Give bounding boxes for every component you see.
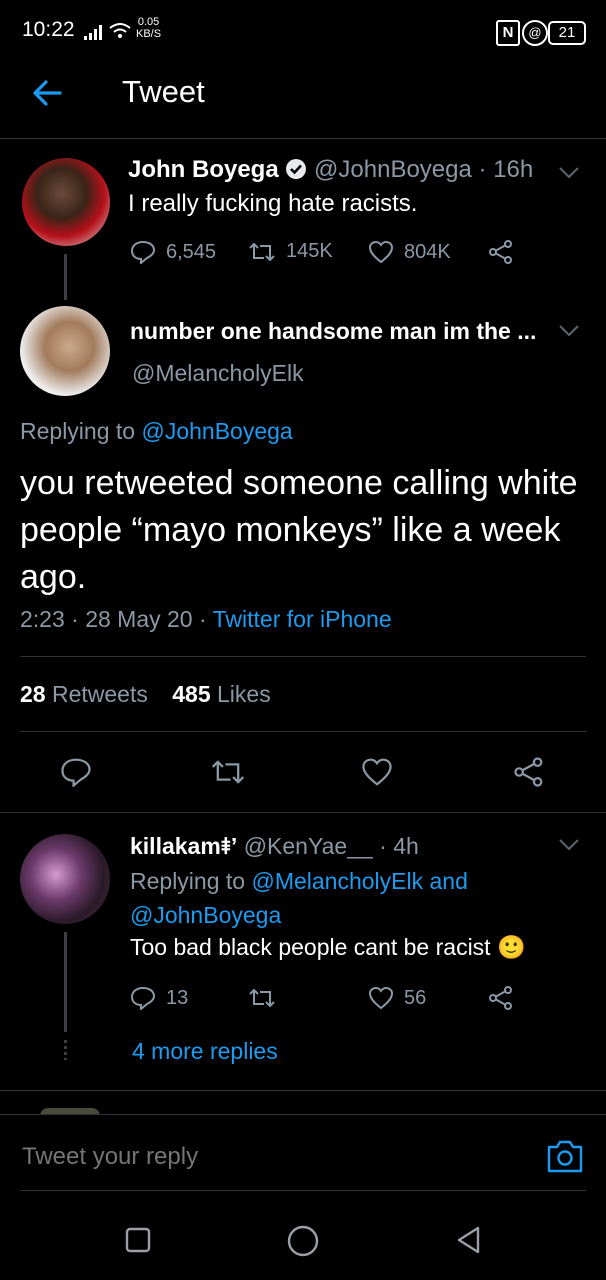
- status-time: 10:22: [22, 18, 75, 41]
- divider: [0, 1090, 606, 1091]
- reply-icon[interactable]: [60, 757, 92, 787]
- tweet-time: · 4h: [379, 833, 419, 859]
- reply-tweet-text: Too bad black people cant be racist 🙂: [130, 934, 526, 961]
- author-handle[interactable]: @JohnBoyega: [314, 156, 472, 183]
- tweet-meta: 2:23 · 28 May 20 · Twitter for iPhone: [20, 606, 392, 633]
- main-tweet-text: you retweeted someone calling white peop…: [20, 464, 578, 596]
- likes-label: Likes: [217, 681, 271, 707]
- heart-icon[interactable]: [368, 986, 394, 1010]
- share-icon[interactable]: [513, 757, 545, 787]
- more-replies-link[interactable]: 4 more replies: [132, 1038, 278, 1065]
- chevron-down-icon[interactable]: [558, 324, 580, 338]
- parent-tweet-header: John Boyega @JohnBoyega · 16h: [128, 156, 533, 184]
- lock-rotation-icon: @: [522, 20, 548, 46]
- divider: [20, 731, 586, 732]
- like-stat[interactable]: 56: [368, 986, 426, 1010]
- author-name[interactable]: killakam⯒’: [130, 833, 237, 859]
- recent-apps-icon[interactable]: [125, 1227, 151, 1253]
- heart-icon[interactable]: [361, 757, 393, 787]
- parent-tweet-text: I really fucking hate racists.: [128, 190, 418, 217]
- tweet-source[interactable]: Twitter for iPhone: [213, 606, 392, 632]
- compose-underline: [20, 1190, 586, 1191]
- battery-level: 21: [558, 24, 576, 41]
- back-nav-icon[interactable]: [454, 1225, 484, 1255]
- retweets-link[interactable]: 28 Retweets: [20, 681, 148, 707]
- reply-input[interactable]: [20, 1136, 524, 1178]
- retweet-icon[interactable]: [210, 758, 246, 786]
- back-arrow-icon[interactable]: [30, 76, 64, 110]
- thread-dots: [64, 1040, 67, 1060]
- chevron-down-icon[interactable]: [558, 166, 580, 180]
- reply-icon[interactable]: [130, 986, 156, 1010]
- compose-bar: [0, 1114, 606, 1200]
- retweet-icon[interactable]: [248, 241, 276, 263]
- engagement-counts: 28 Retweets 485 Likes: [20, 681, 271, 708]
- signal-icon: [84, 25, 102, 40]
- replying-to-link[interactable]: @JohnBoyega: [141, 418, 292, 444]
- reply-stat[interactable]: 13: [130, 986, 188, 1010]
- chevron-down-icon[interactable]: [558, 838, 580, 852]
- page-title: Tweet: [122, 74, 205, 109]
- like-stat[interactable]: 804K: [368, 240, 451, 264]
- divider: [0, 812, 606, 813]
- replying-to-line: Replying to @MelancholyElk and @JohnBoye…: [130, 864, 570, 932]
- home-icon[interactable]: [286, 1224, 320, 1258]
- like-count: 56: [404, 986, 427, 1009]
- likes-count: 485: [172, 681, 211, 707]
- network-speed: 0.05 KB/S: [136, 16, 162, 40]
- avatar-melancholyelk[interactable]: [20, 306, 110, 396]
- camera-icon[interactable]: [546, 1138, 584, 1174]
- reply-icon[interactable]: [130, 240, 156, 264]
- verified-badge-icon: [286, 159, 307, 179]
- reply-stat[interactable]: 6,545: [130, 240, 216, 264]
- author-name[interactable]: number one handsome man im the ...: [130, 318, 536, 345]
- share-icon[interactable]: [488, 240, 514, 264]
- reply-text: Too bad black people cant be racist: [130, 934, 491, 960]
- author-handle[interactable]: @KenYae__: [244, 833, 373, 859]
- retweets-count: 28: [20, 681, 46, 707]
- nfc-icon: N: [496, 20, 520, 46]
- replying-prefix: Replying to: [130, 868, 246, 894]
- thread-line: [64, 932, 67, 1032]
- retweet-icon[interactable]: [248, 987, 276, 1009]
- retweets-label: Retweets: [51, 681, 148, 707]
- heart-icon[interactable]: [368, 240, 394, 264]
- like-count: 804K: [404, 240, 451, 263]
- divider: [0, 1114, 606, 1115]
- replying-prefix: Replying to: [20, 418, 136, 444]
- replying-to-line: Replying to @JohnBoyega: [20, 418, 293, 445]
- thread-line: [64, 254, 67, 300]
- smiley-emoji: 🙂: [496, 934, 526, 960]
- retweet-count: 145K: [286, 240, 333, 262]
- reply-count: 6,545: [166, 240, 217, 263]
- wifi-icon: [109, 23, 131, 38]
- tweet-time: · 16h: [478, 156, 534, 183]
- author-handle[interactable]: @MelancholyElk: [132, 360, 304, 387]
- divider: [20, 656, 586, 657]
- reply-count: 13: [166, 986, 189, 1009]
- header-divider: [0, 138, 606, 139]
- avatar-john-boyega[interactable]: [22, 158, 110, 246]
- tweet-timestamp: 2:23 · 28 May 20 ·: [20, 606, 207, 632]
- battery-icon: 21: [548, 21, 586, 45]
- avatar-kenyae[interactable]: [20, 834, 110, 924]
- likes-link[interactable]: 485 Likes: [172, 681, 270, 707]
- share-icon[interactable]: [488, 986, 514, 1010]
- author-name[interactable]: John Boyega: [128, 156, 279, 183]
- status-bar: 10:22 0.05 KB/S N @ 21: [0, 0, 606, 62]
- retweet-stat[interactable]: 145K: [248, 240, 333, 263]
